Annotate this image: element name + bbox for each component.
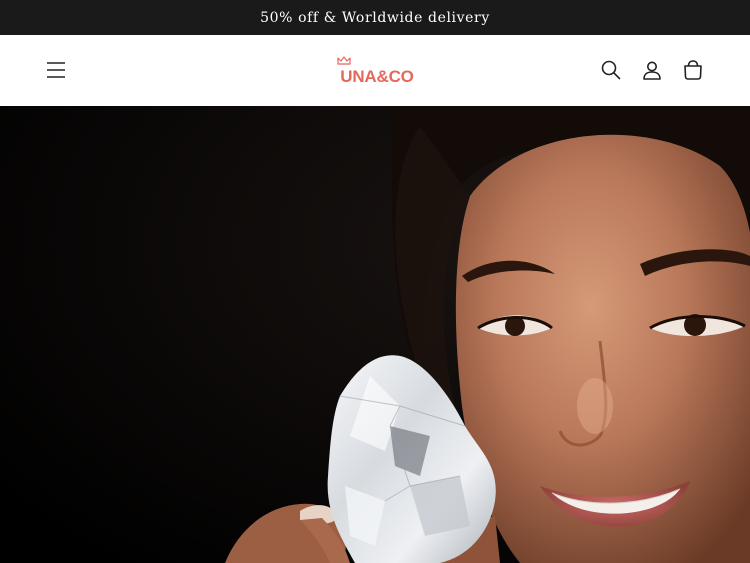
logo-text: UNA&CO [340, 67, 414, 86]
cart-button[interactable] [677, 54, 709, 86]
search-icon [601, 60, 621, 80]
crown-icon [337, 56, 351, 65]
search-button[interactable] [595, 54, 627, 86]
menu-button[interactable] [40, 54, 72, 86]
site-header: UNA&CO [0, 35, 750, 106]
announcement-text: 50% off & Worldwide delivery [260, 9, 490, 26]
announcement-bar: 50% off & Worldwide delivery [0, 0, 750, 35]
hero-banner[interactable] [0, 106, 750, 563]
brand-logo[interactable]: UNA&CO [334, 55, 420, 87]
menu-icon [47, 62, 65, 78]
account-button[interactable] [636, 54, 668, 86]
cart-icon [684, 60, 702, 80]
hero-image [0, 106, 750, 563]
account-icon [643, 61, 661, 80]
